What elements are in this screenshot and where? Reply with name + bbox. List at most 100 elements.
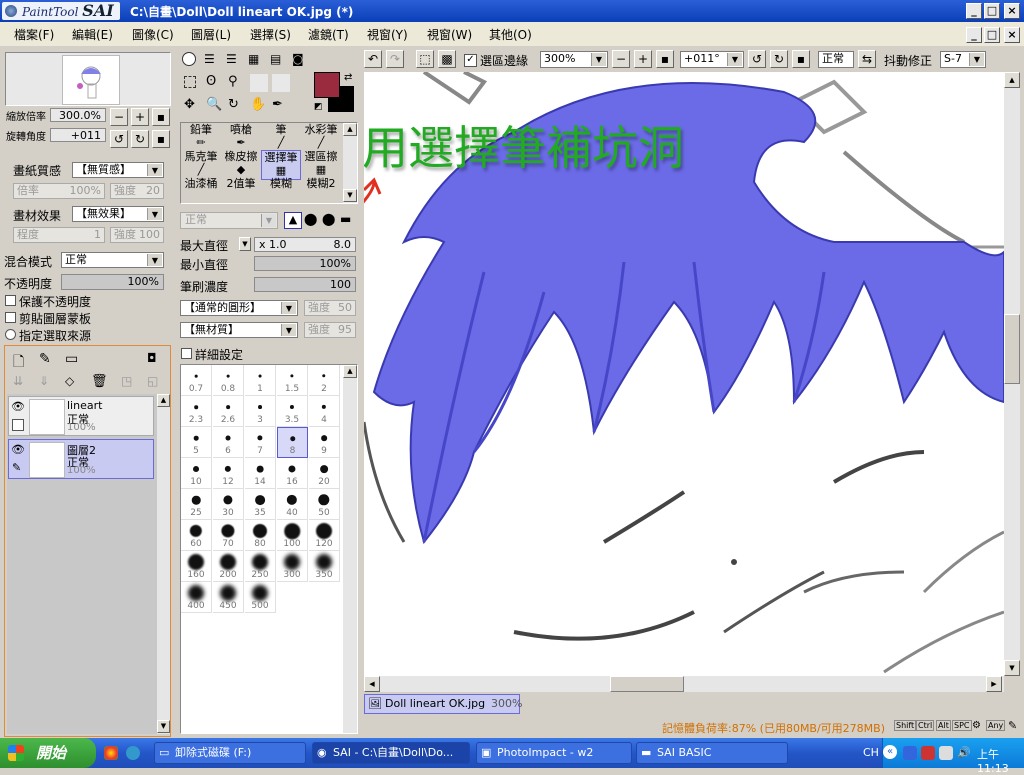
brush-size-350[interactable]: 350 (309, 551, 340, 582)
ratio-slider[interactable]: 倍率 100% (13, 183, 105, 199)
rect-select-icon[interactable] (184, 76, 196, 88)
chrome-icon[interactable] (104, 746, 118, 760)
task-removable-disk[interactable]: ▭ 卸除式磁碟 (F:) (154, 742, 306, 764)
menu-select[interactable]: 選擇(S) (250, 26, 291, 43)
maximize-button[interactable]: □ (984, 3, 1000, 19)
angle-slider[interactable]: +011 (50, 128, 106, 142)
menu-file[interactable]: 檔案(F) (14, 26, 54, 43)
toolbar-rotate-right-button[interactable]: ↻ (770, 50, 788, 68)
brush-size-2[interactable]: 2 (309, 365, 340, 396)
zoom-out-button[interactable]: − (110, 108, 128, 126)
brush-size-50[interactable]: 50 (309, 489, 340, 520)
toolbar-zoom-reset-button[interactable]: ▪ (656, 50, 674, 68)
new-linework-layer-icon[interactable]: ✎ (39, 351, 51, 367)
tool-blur[interactable]: 模糊 (261, 177, 301, 203)
brush-size-6[interactable]: 6 (213, 427, 244, 458)
menu-view[interactable]: 視窗(Y) (367, 26, 408, 43)
canvas[interactable]: 用選擇筆補坑洞 (364, 72, 1004, 676)
brush-size-4[interactable]: 4 (309, 396, 340, 427)
tray-network-icon[interactable] (939, 746, 953, 760)
tool-pencil[interactable]: 鉛筆 ✏ (181, 123, 221, 153)
lasso-icon[interactable]: ʘ (206, 74, 216, 89)
start-button[interactable]: 開始 (0, 738, 96, 768)
apply-mask-icon[interactable]: ◳ (121, 374, 132, 388)
brush-size-35[interactable]: 35 (245, 489, 276, 520)
volume-icon[interactable]: 🔊 (957, 746, 971, 759)
undo-button[interactable]: ↶ (364, 50, 382, 68)
toolbar-zoom-out-button[interactable]: − (612, 50, 630, 68)
close-button[interactable]: × (1004, 3, 1020, 19)
brush-size-2.6[interactable]: 2.6 (213, 396, 244, 427)
brush-size-40[interactable]: 40 (277, 489, 308, 520)
minimize-button[interactable]: _ (966, 3, 982, 19)
edge-soft-icon[interactable]: ⬤ (304, 212, 317, 226)
menu-edit[interactable]: 編輯(E) (72, 26, 113, 43)
selection-source-radio[interactable] (5, 329, 16, 340)
menu-other[interactable]: 其他(O) (489, 26, 532, 43)
layer-item-lineart[interactable]: 👁 lineart 正常 100% (8, 396, 154, 436)
brush-mode-select[interactable]: 正常 ▼ (180, 212, 278, 229)
brush-size-8[interactable]: 8 (277, 427, 308, 458)
brush-size-70[interactable]: 70 (213, 520, 244, 551)
canvas-tab[interactable]: 🖼 Doll lineart OK.jpg 300% (364, 694, 522, 714)
rotate-reset-button[interactable]: ▪ (152, 130, 170, 148)
rotate-left-button[interactable]: ↺ (110, 130, 128, 148)
brush-size-200[interactable]: 200 (213, 551, 244, 582)
brush-size-25[interactable]: 25 (181, 489, 212, 520)
brush-size-14[interactable]: 14 (245, 458, 276, 489)
brush-size-100[interactable]: 100 (277, 520, 308, 551)
view-mode-field[interactable]: 正常 (818, 51, 854, 68)
menu-filter[interactable]: 濾鏡(T) (308, 26, 349, 43)
tool-bucket[interactable]: 油漆桶 (181, 177, 221, 203)
max-size-slider[interactable]: x 1.0 8.0 (254, 237, 356, 252)
hsv-slider-icon[interactable]: ☰ (226, 52, 237, 66)
layer-lock-checkbox[interactable] (12, 419, 24, 431)
brush-size-2.3[interactable]: 2.3 (181, 396, 212, 427)
angle-select[interactable]: +011° ▼ (680, 51, 744, 68)
magic-wand-icon[interactable]: ⚲ (228, 74, 238, 89)
zoom-reset-button[interactable]: ▪ (152, 108, 170, 126)
task-sai-basic-folder[interactable]: ▬ SAI BASIC (636, 742, 788, 764)
effect-strength-slider[interactable]: 強度 100 (110, 227, 164, 243)
shape-strength-slider[interactable]: 強度 50 (304, 300, 356, 316)
brush-size-3[interactable]: 3 (245, 396, 276, 427)
merge-down-icon[interactable]: ⇓ (39, 374, 49, 388)
new-mask-icon[interactable]: ◘ (147, 351, 157, 365)
task-photoimpact[interactable]: ▣ PhotoImpact - w2 (476, 742, 632, 764)
brush-texture-select[interactable]: 【無材質】 ▼ (180, 322, 298, 338)
tray-app-icon[interactable] (903, 746, 917, 760)
menu-image[interactable]: 圖像(C) (132, 26, 174, 43)
tool-grid-scrollbar[interactable]: ▲ ▼ (343, 123, 357, 203)
paper-effect-select[interactable]: 【無效果】 ▼ (72, 206, 164, 222)
brush-size-160[interactable]: 160 (181, 551, 212, 582)
canvas-vertical-scrollbar[interactable]: ▲ ▼ (1004, 72, 1020, 676)
doc-restore-button[interactable]: □ (984, 27, 1000, 43)
rotate-right-button[interactable]: ↻ (131, 130, 149, 148)
delete-layer-icon[interactable]: 🗑 (91, 374, 108, 389)
delete-mask-icon[interactable]: ◱ (147, 374, 158, 388)
paper-strength-slider[interactable]: 強度 20 (110, 183, 164, 199)
brush-size-0.8[interactable]: 0.8 (213, 365, 244, 396)
tool-blur2[interactable]: 模糊2 (301, 177, 341, 203)
size-multiplier-button[interactable]: ▼ (239, 237, 251, 251)
density-slider[interactable]: 100 (254, 277, 356, 292)
min-size-slider[interactable]: 100% (254, 256, 356, 271)
brush-size-3.5[interactable]: 3.5 (277, 396, 308, 427)
tool-marker[interactable]: 馬克筆 ╱ (181, 150, 221, 180)
detail-settings-checkbox[interactable] (181, 348, 192, 359)
brush-lock-icon[interactable]: ✎ (12, 461, 21, 474)
rotate-icon[interactable]: ↻ (228, 97, 239, 112)
paper-texture-select[interactable]: 【無質感】 ▼ (72, 162, 164, 178)
brush-size-450[interactable]: 450 (213, 582, 244, 613)
zoom-slider[interactable]: 300.0% (50, 108, 106, 122)
brush-size-120[interactable]: 120 (309, 520, 340, 551)
settings-gear-icon[interactable]: ⚙ (972, 720, 981, 731)
edge-flat-icon[interactable]: ▬ (340, 212, 351, 226)
toolbar-rotate-reset-button[interactable]: ▪ (792, 50, 810, 68)
clear-layer-icon[interactable]: ◇ (65, 374, 74, 388)
tool-binary-pen[interactable]: 2值筆 (221, 177, 261, 203)
brush-size-30[interactable]: 30 (213, 489, 244, 520)
brush-size-400[interactable]: 400 (181, 582, 212, 613)
layer-scrollbar[interactable]: ▲ ▼ (157, 394, 170, 734)
selection-edge-checkbox[interactable]: ✓ (464, 54, 477, 67)
